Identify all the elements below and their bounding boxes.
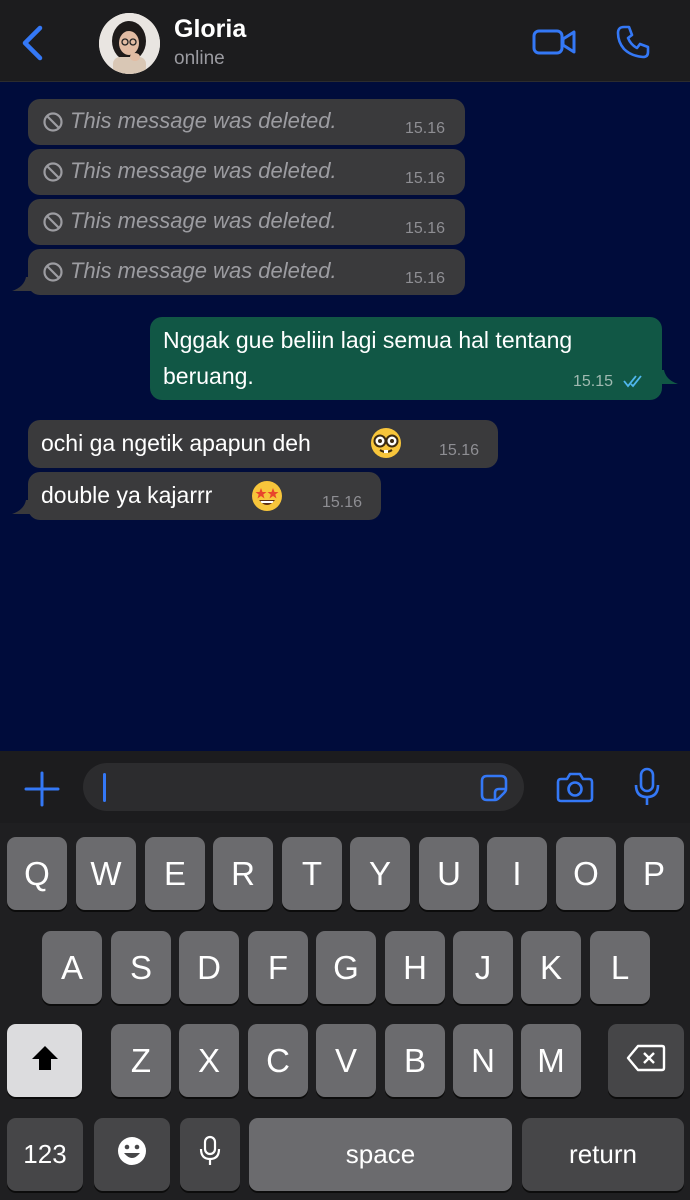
camera-icon[interactable] xyxy=(556,770,594,809)
double-check-read-icon xyxy=(623,374,647,393)
key-x[interactable]: X xyxy=(179,1024,239,1097)
message-text: This message was deleted. xyxy=(70,108,337,133)
incoming-message[interactable]: double ya kajarrr 15.16 xyxy=(28,472,381,520)
nerd-face-emoji xyxy=(369,426,403,465)
key-k[interactable]: K xyxy=(521,931,581,1004)
message-text: This message was deleted. xyxy=(70,258,337,283)
key-e[interactable]: E xyxy=(145,837,205,910)
ban-icon xyxy=(42,211,64,238)
message-time: 15.16 xyxy=(405,170,446,187)
return-key[interactable]: return xyxy=(522,1118,684,1191)
ban-icon xyxy=(42,161,64,188)
sticker-icon[interactable] xyxy=(479,773,509,808)
key-j[interactable]: J xyxy=(453,931,513,1004)
incoming-message[interactable]: ochi ga ngetik apapun deh 15.16 xyxy=(28,420,498,468)
key-b[interactable]: B xyxy=(385,1024,445,1097)
ban-icon xyxy=(42,261,64,288)
message-text: double ya kajarrr xyxy=(41,482,213,508)
key-h[interactable]: H xyxy=(385,931,445,1004)
contact-status: online xyxy=(174,48,225,69)
microphone-icon[interactable] xyxy=(633,767,661,812)
plus-icon[interactable] xyxy=(24,771,60,812)
deleted-message[interactable]: This message was deleted. 15.16 xyxy=(28,149,465,195)
star-struck-emoji xyxy=(250,479,284,518)
ban-icon xyxy=(42,111,64,138)
key-i[interactable]: I xyxy=(487,837,547,910)
emoji-smiley-icon xyxy=(116,1135,148,1175)
message-text-line-1: Nggak gue beliin lagi semua hal tentang xyxy=(163,327,573,353)
key-v[interactable]: V xyxy=(316,1024,376,1097)
message-time: 15.16 xyxy=(439,442,480,459)
avatar[interactable] xyxy=(99,13,160,74)
numbers-key[interactable]: 123 xyxy=(7,1118,83,1191)
key-y[interactable]: Y xyxy=(350,837,410,910)
text-caret xyxy=(103,773,106,802)
emoji-key[interactable] xyxy=(94,1118,170,1191)
message-time: 15.16 xyxy=(405,220,446,237)
message-input[interactable] xyxy=(83,763,524,811)
message-text: This message was deleted. xyxy=(70,158,337,183)
message-time: 15.16 xyxy=(322,494,363,511)
microphone-icon xyxy=(199,1135,221,1175)
dictation-key[interactable] xyxy=(180,1118,240,1191)
message-text-line-2: beruang. xyxy=(163,363,254,389)
key-f[interactable]: F xyxy=(248,931,308,1004)
key-m[interactable]: M xyxy=(521,1024,581,1097)
key-u[interactable]: U xyxy=(419,837,479,910)
message-time: 15.16 xyxy=(405,270,446,287)
deleted-message[interactable]: This message was deleted. 15.16 xyxy=(28,199,465,245)
key-d[interactable]: D xyxy=(179,931,239,1004)
key-w[interactable]: W xyxy=(76,837,136,910)
shift-key[interactable] xyxy=(7,1024,82,1097)
message-time: 15.16 xyxy=(405,120,446,137)
key-g[interactable]: G xyxy=(316,931,376,1004)
message-composer xyxy=(0,751,690,823)
message-text: ochi ga ngetik apapun deh xyxy=(41,430,311,456)
backspace-icon xyxy=(626,1042,666,1080)
outgoing-message[interactable]: Nggak gue beliin lagi semua hal tentang … xyxy=(150,317,662,400)
delete-key[interactable] xyxy=(608,1024,684,1097)
back-chevron-icon[interactable] xyxy=(16,22,50,64)
key-r[interactable]: R xyxy=(213,837,273,910)
shift-arrow-icon xyxy=(30,1042,60,1080)
phone-call-icon[interactable] xyxy=(615,24,651,65)
key-q[interactable]: Q xyxy=(7,837,67,910)
deleted-message[interactable]: This message was deleted. 15.16 xyxy=(28,99,465,145)
message-text: This message was deleted. xyxy=(70,208,337,233)
key-a[interactable]: A xyxy=(42,931,102,1004)
key-s[interactable]: S xyxy=(111,931,171,1004)
key-t[interactable]: T xyxy=(282,837,342,910)
contact-name[interactable]: Gloria xyxy=(174,15,246,44)
chat-area[interactable]: This message was deleted. 15.16 This mes… xyxy=(0,82,690,751)
deleted-message[interactable]: This message was deleted. 15.16 xyxy=(28,249,465,295)
space-key[interactable]: space xyxy=(249,1118,512,1191)
key-z[interactable]: Z xyxy=(111,1024,171,1097)
key-l[interactable]: L xyxy=(590,931,650,1004)
key-n[interactable]: N xyxy=(453,1024,513,1097)
key-o[interactable]: O xyxy=(556,837,616,910)
message-time: 15.15 xyxy=(573,373,614,390)
video-call-icon[interactable] xyxy=(532,26,576,63)
keyboard: Q W E R T Y U I O P A S D F G H J K L Z … xyxy=(0,823,690,1200)
chat-header: Gloria online xyxy=(0,0,690,82)
key-p[interactable]: P xyxy=(624,837,684,910)
key-c[interactable]: C xyxy=(248,1024,308,1097)
